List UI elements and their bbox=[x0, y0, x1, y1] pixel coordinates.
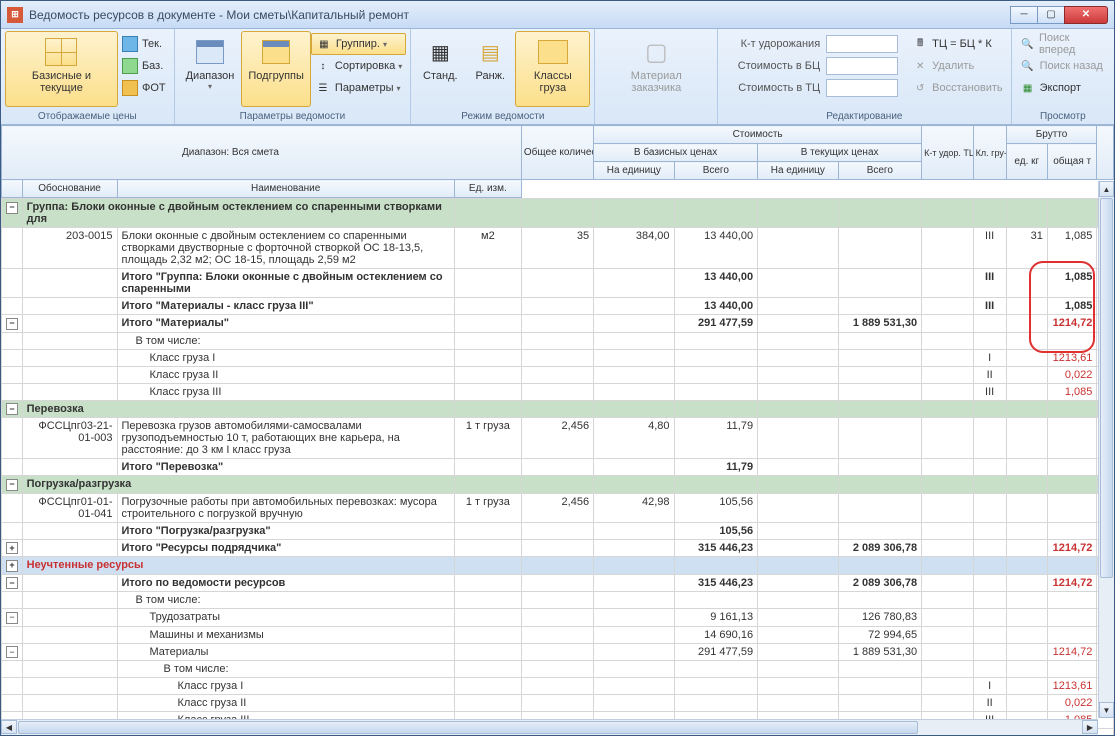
table-row[interactable]: Класс груза IIIIII1,085 bbox=[2, 383, 1114, 400]
expand-toggle[interactable]: − bbox=[6, 577, 18, 589]
expand-toggle[interactable]: − bbox=[6, 202, 18, 214]
grid-body[interactable]: −Группа: Блоки оконные с двойным остекле… bbox=[1, 198, 1114, 735]
table-row[interactable]: Итого "Перевозка"11,79 bbox=[2, 459, 1114, 476]
table-row[interactable]: Класс груза IIII0,022 bbox=[2, 366, 1114, 383]
scroll-up-button[interactable]: ▲ bbox=[1099, 181, 1114, 197]
expand-toggle[interactable]: − bbox=[6, 479, 18, 491]
table-row[interactable]: 203-0015Блоки оконные с двойным остеклен… bbox=[2, 228, 1114, 269]
table-row[interactable]: −Материалы291 477,591 889 531,301214,72 bbox=[2, 643, 1114, 661]
cargo-classes-button[interactable]: Классы груза bbox=[515, 31, 590, 107]
expand-toggle[interactable]: + bbox=[6, 560, 18, 572]
range-button[interactable]: Диапазон▾ bbox=[179, 31, 242, 107]
green-square-icon bbox=[122, 58, 138, 74]
appreciation-coef-row: К-т удорожания bbox=[722, 33, 902, 55]
subgroups-button[interactable]: Подгруппы bbox=[241, 31, 311, 107]
table-row[interactable]: +Неучтенные ресурсы bbox=[2, 557, 1114, 575]
excel-icon: ▦ bbox=[1020, 80, 1036, 96]
params-button[interactable]: ☰Параметры▾ bbox=[311, 77, 406, 99]
table-row[interactable]: В том числе: bbox=[2, 661, 1114, 678]
table-row[interactable]: −Погрузка/разгрузка bbox=[2, 476, 1114, 494]
scroll-thumb-h[interactable] bbox=[18, 721, 918, 734]
scroll-left-button[interactable]: ◀ bbox=[1, 720, 17, 734]
grid-header: Диапазон: Вся смета Общее количество Сто… bbox=[1, 125, 1114, 198]
vertical-scrollbar[interactable]: ▲ ▼ bbox=[1098, 181, 1114, 718]
table-row[interactable]: Класс груза II1213,61 bbox=[2, 678, 1114, 695]
table-row[interactable]: −Итого "Материалы"291 477,591 889 531,30… bbox=[2, 315, 1114, 333]
table-row[interactable]: ФССЦпг03-21-01-003Перевозка грузов автом… bbox=[2, 418, 1114, 459]
expand-toggle[interactable]: + bbox=[6, 542, 18, 554]
scroll-thumb[interactable] bbox=[1100, 198, 1113, 578]
expand-toggle[interactable]: − bbox=[6, 646, 18, 658]
table-row[interactable]: −Итого по ведомости ресурсов315 446,232 … bbox=[2, 574, 1114, 592]
table-row[interactable]: В том числе: bbox=[2, 592, 1114, 609]
base-prices-button[interactable]: Баз. bbox=[118, 55, 170, 77]
box-icon: ▢ bbox=[640, 36, 672, 68]
scroll-down-button[interactable]: ▼ bbox=[1099, 702, 1114, 718]
table-row[interactable]: +Итого "Ресурсы подрядчика"315 446,232 0… bbox=[2, 539, 1114, 557]
cost-tc-row: Стоимость в ТЦ bbox=[722, 77, 902, 99]
table-row[interactable]: Итого "Погрузка/разгрузка"105,56 bbox=[2, 522, 1114, 539]
cost-bc-input[interactable] bbox=[826, 57, 898, 75]
table-row[interactable]: Класс груза II1213,61 bbox=[2, 349, 1114, 366]
group-icon: ▦ bbox=[316, 36, 332, 52]
app-icon: ⊞ bbox=[7, 7, 23, 23]
search-back-icon: 🔍 bbox=[1020, 58, 1036, 74]
close-button[interactable]: ✕ bbox=[1064, 6, 1108, 24]
std-icon: ▦ bbox=[424, 36, 456, 68]
search-forward-button[interactable]: 🔍Поиск вперед bbox=[1016, 33, 1110, 55]
table-row[interactable]: Итого "Материалы - класс груза III"13 44… bbox=[2, 298, 1114, 315]
horizontal-scrollbar[interactable]: ◀ ▶ bbox=[1, 719, 1098, 735]
fot-button[interactable]: ФОТ bbox=[118, 77, 170, 99]
sort-icon: ↕ bbox=[315, 58, 331, 74]
cost-tc-input[interactable] bbox=[826, 79, 898, 97]
expand-toggle[interactable]: − bbox=[6, 403, 18, 415]
cargo-icon bbox=[538, 40, 568, 64]
table-row[interactable]: −Трудозатраты9 161,13126 780,83 bbox=[2, 609, 1114, 627]
blue-square-icon bbox=[122, 36, 138, 52]
grouping-button[interactable]: ▦Группир.▾ bbox=[311, 33, 406, 55]
grid-icon bbox=[196, 40, 224, 64]
tc-eq-bc-button[interactable]: 🖩ТЦ = БЦ * К bbox=[908, 33, 1006, 55]
table-row[interactable]: ФССЦпг01-01-01-041Погрузочные работы при… bbox=[2, 493, 1114, 522]
restore-icon: ↺ bbox=[912, 80, 928, 96]
appreciation-coef-input[interactable] bbox=[826, 35, 898, 53]
table-row[interactable]: Машины и механизмы14 690,1672 994,65 bbox=[2, 626, 1114, 643]
cost-bc-row: Стоимость в БЦ bbox=[722, 55, 902, 77]
titlebar: ⊞ Ведомость ресурсов в документе - Мои с… bbox=[1, 1, 1114, 29]
window-title: Ведомость ресурсов в документе - Мои сме… bbox=[29, 8, 409, 22]
search-fwd-icon: 🔍 bbox=[1020, 36, 1035, 52]
expand-toggle[interactable]: − bbox=[6, 612, 18, 624]
rank-icon: ▤ bbox=[474, 36, 506, 68]
prices-basic-current-button[interactable]: Базисные и текущие bbox=[5, 31, 118, 107]
params-icon: ☰ bbox=[315, 80, 331, 96]
delete-button: ✕Удалить bbox=[908, 55, 1006, 77]
table-row[interactable]: В том числе: bbox=[2, 332, 1114, 349]
current-prices-button[interactable]: Тек. bbox=[118, 33, 170, 55]
expand-toggle[interactable]: − bbox=[6, 318, 18, 330]
minimize-button[interactable]: ─ bbox=[1010, 6, 1038, 24]
table-row[interactable]: −Перевозка bbox=[2, 400, 1114, 418]
export-button[interactable]: ▦Экспорт bbox=[1016, 77, 1110, 99]
grid-gold-icon bbox=[262, 40, 290, 64]
ribbon: Базисные и текущие Тек. Баз. ФОТ Отображ… bbox=[1, 29, 1114, 125]
scroll-right-button[interactable]: ▶ bbox=[1082, 720, 1098, 734]
table-row[interactable]: Класс груза IIII0,022 bbox=[2, 695, 1114, 712]
calc-icon: 🖩 bbox=[912, 36, 928, 52]
table-row[interactable]: Итого "Группа: Блоки оконные с двойным о… bbox=[2, 269, 1114, 298]
restore-button: ↺Восстановить bbox=[908, 77, 1006, 99]
ranked-mode-button[interactable]: ▤ Ранж. bbox=[465, 31, 515, 107]
table-row[interactable]: −Группа: Блоки оконные с двойным остекле… bbox=[2, 199, 1114, 228]
maximize-button[interactable]: ▢ bbox=[1037, 6, 1065, 24]
delete-icon: ✕ bbox=[912, 58, 928, 74]
sorting-button[interactable]: ↕Сортировка▾ bbox=[311, 55, 406, 77]
customer-material-button: ▢ Материал заказчика bbox=[599, 31, 713, 107]
standard-mode-button[interactable]: ▦ Станд. bbox=[415, 31, 465, 107]
table-icon bbox=[45, 38, 77, 66]
yellow-circle-icon bbox=[122, 80, 138, 96]
search-back-button[interactable]: 🔍Поиск назад bbox=[1016, 55, 1110, 77]
